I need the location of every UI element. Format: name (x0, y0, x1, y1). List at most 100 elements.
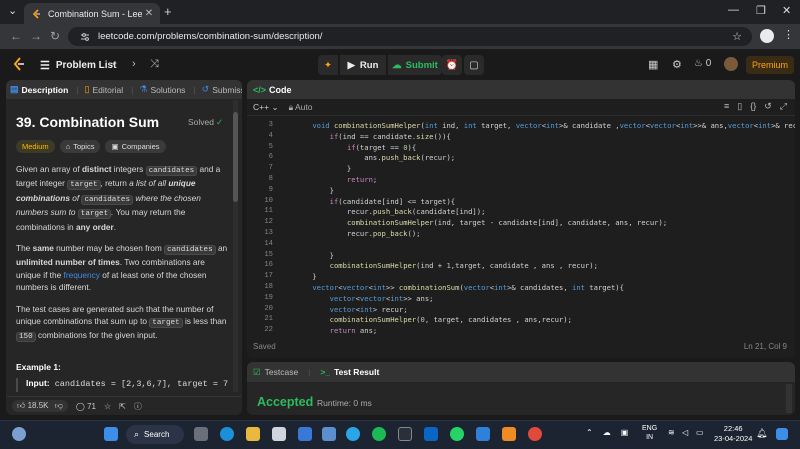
tab-search-icon[interactable]: ⌄ (8, 4, 17, 17)
reload-icon[interactable]: ↻ (50, 29, 60, 43)
dropbox-icon[interactable] (298, 427, 312, 441)
layout-icon[interactable]: ▦ (648, 58, 658, 71)
user-avatar[interactable] (724, 57, 738, 71)
file-explorer-icon[interactable] (246, 427, 260, 441)
streak-counter[interactable]: ♨ 0 (694, 58, 711, 69)
profile-avatar[interactable] (760, 29, 774, 43)
problem-title[interactable]: 39. Combination Sum (16, 114, 159, 130)
comments-button[interactable]: ◯ 71 (76, 402, 96, 411)
auto-mode-toggle[interactable]: 🔒︎ Auto (289, 102, 313, 113)
terminal-app-icon[interactable] (398, 427, 412, 441)
topics-tag[interactable]: ⌂ Topics (59, 140, 101, 153)
windows-start-icon[interactable] (104, 427, 118, 441)
chevron-up-icon[interactable]: ⌃ (586, 428, 593, 437)
leetcode-logo-icon[interactable] (12, 57, 26, 71)
whatsapp-icon[interactable] (450, 427, 464, 441)
shuffle-icon[interactable]: ⤨ (150, 58, 159, 71)
companies-tag[interactable]: ▣ Companies (105, 140, 166, 153)
widgets-icon[interactable] (12, 427, 26, 441)
prev-problem-icon[interactable]: ‹ (112, 58, 116, 70)
url-field[interactable]: leetcode.com/problems/combination-sum/de… (68, 27, 752, 46)
language-select[interactable]: C++ ⌄ (253, 102, 279, 113)
tab-solutions[interactable]: ⚗ Solutions (139, 84, 185, 95)
tab-description[interactable]: ▤ Description (10, 84, 68, 95)
back-icon[interactable]: ← (10, 29, 22, 43)
tab-test-result[interactable]: >_ Test Result (320, 367, 379, 377)
task-view-icon[interactable] (194, 427, 208, 441)
lang-bottom: IN (646, 434, 654, 441)
battery-icon[interactable]: ▭ (696, 428, 704, 437)
line-number: 3 (268, 121, 273, 129)
date: 23-04-2024 (714, 434, 753, 443)
line-number: 21 (264, 315, 273, 324)
tab-submissions-label: Submissions (212, 84, 242, 95)
forward-icon[interactable]: → (30, 29, 42, 43)
close-tab-icon[interactable]: ✕ (142, 8, 156, 19)
chrome-icon[interactable] (528, 427, 542, 441)
copilot-icon[interactable] (776, 428, 788, 440)
bookmark-icon[interactable]: ▯ (737, 101, 742, 112)
code-line: if(candidate[ind] <= target){ (329, 196, 456, 206)
clock[interactable]: 22:46 23-04-2024 (714, 424, 752, 444)
notification-bell-icon[interactable]: 🔔︎ (756, 428, 767, 439)
description-panel: ▤ Description | ▯ Editorial | ⚗ Solutions |… (6, 80, 242, 415)
code-line: vector<vector<int>> combinationSum(vecto… (312, 283, 624, 292)
tab-editorial[interactable]: ▯ Editorial (85, 84, 124, 95)
description-scrollbar[interactable] (233, 100, 238, 392)
submit-button[interactable]: ☁ Submit (388, 55, 442, 75)
help-icon[interactable]: ⓘ (134, 401, 142, 412)
tray-app-icon[interactable]: ▣ (621, 428, 629, 437)
run-button[interactable]: ▶ Run (340, 55, 386, 75)
vscode-icon[interactable] (476, 427, 490, 441)
share-icon[interactable]: ⇱ (119, 402, 126, 411)
sublime-icon[interactable] (502, 427, 516, 441)
like-button[interactable]: 👍︎ 18.5K 👎︎ (12, 400, 68, 412)
new-tab-icon[interactable]: + (164, 4, 172, 19)
close-window-icon[interactable]: ✕ (782, 4, 791, 17)
linkedin-icon[interactable] (424, 427, 438, 441)
taskbar-search[interactable]: ⌕ Search (126, 425, 184, 444)
app-icon[interactable] (322, 427, 336, 441)
code-tab[interactable]: </> Code (247, 80, 795, 99)
problem-list-button[interactable]: ☰ Problem List (40, 59, 116, 72)
reset-icon[interactable]: ↺ (764, 101, 772, 112)
browser-menu-icon[interactable]: ⋮ (783, 28, 794, 41)
format-icon[interactable]: ≡ (724, 101, 729, 112)
thumbs-up-icon: 👍︎ (17, 401, 26, 410)
frequency-link[interactable]: frequency (64, 270, 100, 280)
next-problem-icon[interactable]: › (132, 58, 136, 70)
search-icon: ⌕ (134, 429, 140, 439)
browser-tab-bar: ⌄ Combination Sum - LeetCode ✕ + — ❐ ✕ (0, 0, 800, 24)
store-icon[interactable] (272, 427, 286, 441)
input-value: candidates = [2,3,6,7], target = 7 (49, 379, 229, 389)
tab-submissions[interactable]: ↺Submissions (202, 84, 242, 95)
difficulty-badge: Medium (16, 140, 55, 153)
input-language[interactable]: ENG IN (642, 424, 657, 442)
premium-button[interactable]: Premium (746, 56, 794, 74)
thumbs-down-icon[interactable]: 👎︎ (55, 401, 63, 410)
restore-icon[interactable]: ❐ (756, 4, 766, 17)
line-number: 15 (264, 250, 273, 259)
scrollbar-thumb[interactable] (233, 112, 238, 202)
bookmark-star-icon[interactable]: ☆ (732, 30, 742, 43)
settings-gear-icon[interactable]: ⚙ (672, 58, 682, 71)
wifi-icon[interactable]: ≋ (668, 428, 675, 437)
notes-button[interactable]: ▢ (464, 55, 484, 75)
result-scrollbar[interactable] (786, 384, 792, 413)
line-number: 9 (268, 185, 273, 194)
favorite-star-icon[interactable]: ☆ (104, 402, 111, 411)
speaker-icon[interactable]: ◁ (682, 428, 688, 437)
alexa-icon[interactable] (346, 427, 360, 441)
minimize-icon[interactable]: — (728, 4, 739, 16)
spotify-icon[interactable] (372, 427, 386, 441)
browser-tab[interactable]: Combination Sum - LeetCode ✕ (24, 3, 160, 24)
description-paragraph-1: Given an array of distinct integers cand… (16, 164, 221, 232)
cloud-icon[interactable]: ☁ (603, 428, 611, 437)
edge-icon[interactable] (220, 427, 234, 441)
tab-testcase[interactable]: ☑ Testcase (253, 367, 298, 378)
timer-button[interactable]: ⏰ (442, 55, 462, 75)
site-info-icon[interactable] (80, 32, 90, 42)
debug-button[interactable]: ✦ (318, 55, 338, 75)
braces-icon[interactable]: {} (750, 101, 756, 112)
fullscreen-icon[interactable]: ⤢ (780, 101, 787, 112)
